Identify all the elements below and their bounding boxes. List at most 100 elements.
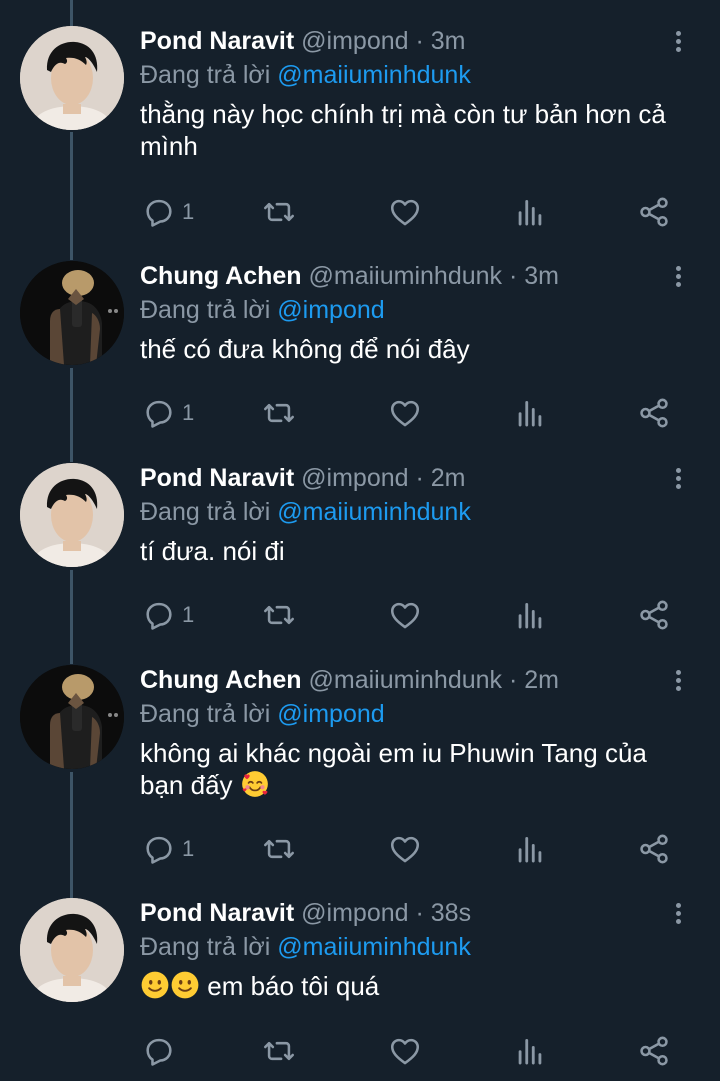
- reply-count: 1: [182, 199, 195, 224]
- separator-dot: ·: [509, 262, 518, 290]
- user-handle[interactable]: @maiiuminhdunk: [309, 666, 503, 694]
- mention-link[interactable]: @impond: [277, 700, 384, 728]
- replying-prefix: Đang trả lời: [140, 498, 271, 526]
- replying-prefix: Đang trả lời: [140, 61, 271, 89]
- user-handle[interactable]: @maiiuminhdunk: [309, 262, 503, 290]
- display-name[interactable]: Chung Achen: [140, 666, 302, 694]
- tweet-text: em báo tôi quá: [140, 970, 688, 1002]
- avatar[interactable]: [20, 665, 124, 769]
- timestamp[interactable]: 2m: [431, 464, 466, 492]
- replying-to: Đang trả lời @impond: [140, 295, 688, 325]
- timestamp[interactable]: 3m: [524, 262, 559, 290]
- replying-to: Đang trả lời @impond: [140, 699, 688, 729]
- tweet[interactable]: Chung Achen @maiiuminhdunk · 2m Đang trả…: [0, 665, 720, 875]
- retweet-button[interactable]: [262, 194, 296, 230]
- views-button[interactable]: [513, 1033, 547, 1069]
- views-button[interactable]: [513, 194, 547, 230]
- reply-button[interactable]: 1: [142, 831, 194, 867]
- tweet[interactable]: Pond Naravit @impond · 38s Đang trả lời …: [0, 898, 720, 1081]
- tweet-header: Pond Naravit @impond · 2m: [140, 463, 688, 493]
- heart-icon: [388, 832, 422, 866]
- replying-to: Đang trả lời @maiiuminhdunk: [140, 497, 688, 527]
- tweet[interactable]: Chung Achen @maiiuminhdunk · 3m Đang trả…: [0, 261, 720, 441]
- tweet-header: Pond Naravit @impond · 38s: [140, 898, 688, 928]
- tweet-content: Chung Achen @maiiuminhdunk · 3m Đang trả…: [140, 261, 688, 365]
- retweet-button[interactable]: [262, 395, 296, 431]
- share-icon: [637, 1034, 671, 1068]
- smiling-face-emoji: [140, 970, 170, 1000]
- timestamp[interactable]: 38s: [431, 899, 471, 927]
- tweet-text: không ai khác ngoài em iu Phuwin Tang củ…: [140, 737, 688, 801]
- tweet[interactable]: Pond Naravit @impond · 2m Đang trả lời @…: [0, 463, 720, 643]
- timestamp[interactable]: 2m: [524, 666, 559, 694]
- retweet-button[interactable]: [262, 831, 296, 867]
- tweet-actions: 1: [140, 831, 680, 867]
- tweet-content: Chung Achen @maiiuminhdunk · 2m Đang trả…: [140, 665, 688, 801]
- views-button[interactable]: [513, 831, 547, 867]
- avatar[interactable]: [20, 898, 124, 1002]
- like-button[interactable]: [388, 194, 422, 230]
- display-name[interactable]: Pond Naravit: [140, 464, 294, 492]
- thread-line: [70, 0, 73, 26]
- tweet-header: Pond Naravit @impond · 3m: [140, 26, 688, 56]
- timestamp[interactable]: 3m: [431, 27, 466, 55]
- tweet-text-body: không ai khác ngoài em iu Phuwin Tang củ…: [140, 738, 647, 800]
- user-handle[interactable]: @impond: [301, 464, 408, 492]
- share-button[interactable]: [637, 597, 671, 633]
- analytics-icon: [513, 396, 547, 430]
- mention-link[interactable]: @maiiuminhdunk: [277, 498, 471, 526]
- reply-button[interactable]: 1: [142, 194, 194, 230]
- mention-link[interactable]: @maiiuminhdunk: [277, 61, 471, 89]
- more-options-icon[interactable]: [668, 261, 688, 291]
- display-name[interactable]: Pond Naravit: [140, 27, 294, 55]
- tweet-text: tí đưa. nói đi: [140, 536, 285, 566]
- tweet-actions: 1: [140, 395, 680, 431]
- avatar[interactable]: [20, 26, 124, 130]
- avatar[interactable]: [20, 261, 124, 365]
- replying-prefix: Đang trả lời: [140, 700, 271, 728]
- avatar[interactable]: [20, 463, 124, 567]
- like-button[interactable]: [388, 597, 422, 633]
- tweet-header: Chung Achen @maiiuminhdunk · 2m: [140, 665, 688, 695]
- mention-link[interactable]: @impond: [277, 296, 384, 324]
- retweet-icon: [262, 396, 296, 430]
- pond-profile-photo: [20, 898, 124, 1002]
- user-handle[interactable]: @impond: [301, 899, 408, 927]
- replying-to: Đang trả lời @maiiuminhdunk: [140, 932, 688, 962]
- analytics-icon: [513, 832, 547, 866]
- like-button[interactable]: [388, 395, 422, 431]
- like-button[interactable]: [388, 831, 422, 867]
- retweet-button[interactable]: [262, 1033, 296, 1069]
- reply-icon: [142, 598, 176, 632]
- tweet-actions: 1: [140, 597, 680, 633]
- replying-prefix: Đang trả lời: [140, 296, 271, 324]
- tweet[interactable]: Pond Naravit @impond · 3m Đang trả lời @…: [0, 26, 720, 236]
- views-button[interactable]: [513, 395, 547, 431]
- reply-button[interactable]: 1: [142, 395, 194, 431]
- more-options-icon[interactable]: [668, 898, 688, 928]
- reply-button[interactable]: 1: [142, 597, 194, 633]
- tweet-actions: 1: [140, 194, 680, 230]
- pond-profile-photo: [20, 463, 124, 567]
- mention-link[interactable]: @maiiuminhdunk: [277, 933, 471, 961]
- share-button[interactable]: [637, 831, 671, 867]
- chung-profile-photo: [20, 665, 124, 769]
- retweet-button[interactable]: [262, 597, 296, 633]
- analytics-icon: [513, 195, 547, 229]
- more-options-icon[interactable]: [668, 463, 688, 493]
- views-button[interactable]: [513, 597, 547, 633]
- share-button[interactable]: [637, 194, 671, 230]
- more-options-icon[interactable]: [668, 665, 688, 695]
- share-button[interactable]: [637, 1033, 671, 1069]
- separator-dot: ·: [415, 464, 424, 492]
- display-name[interactable]: Pond Naravit: [140, 899, 294, 927]
- pond-profile-photo: [20, 26, 124, 130]
- reply-button[interactable]: [142, 1033, 182, 1069]
- display-name[interactable]: Chung Achen: [140, 262, 302, 290]
- like-button[interactable]: [388, 1033, 422, 1069]
- share-button[interactable]: [637, 395, 671, 431]
- user-handle[interactable]: @impond: [301, 27, 408, 55]
- reply-count: 1: [182, 400, 195, 425]
- more-options-icon[interactable]: [668, 26, 688, 56]
- smiling-face-emoji: [170, 970, 200, 1000]
